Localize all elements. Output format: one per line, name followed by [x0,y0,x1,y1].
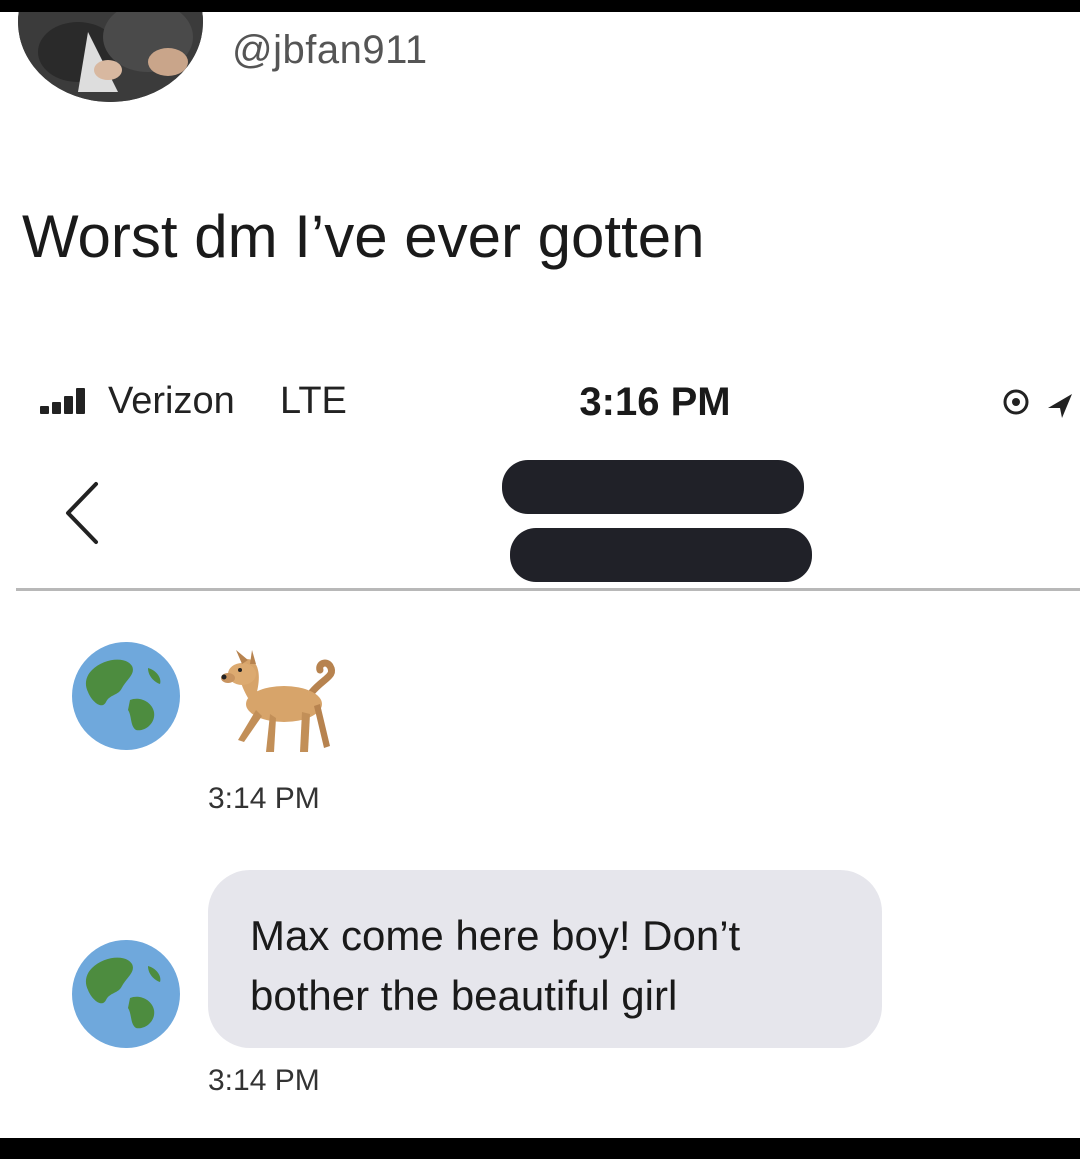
tweet-text: Worst dm I’ve ever gotten [22,203,705,270]
meme-page: @jbfan911 Worst dm I’ve ever gotten Veri… [0,12,1080,1138]
message-timestamp: 3:14 PM [208,1064,320,1097]
dog-emoji [212,648,342,766]
chevron-left-icon[interactable] [62,480,102,546]
redacted-contact-name [502,460,804,514]
redacted-contact-detail [510,528,812,582]
message-text: Max come here boy! Don’t bother the beau… [250,912,741,1019]
earth-globe-icon [70,938,182,1050]
earth-globe-icon [70,640,182,752]
location-icon [1000,382,1080,422]
status-bar: Verizon LTE 3:16 PM [0,372,1080,432]
header-divider [16,588,1080,591]
message-bubble[interactable]: Max come here boy! Don’t bother the beau… [208,870,882,1048]
profile-avatar[interactable] [18,12,203,102]
tweet-handle[interactable]: @jbfan911 [232,28,428,73]
message-timestamp: 3:14 PM [208,782,320,815]
status-time: 3:16 PM [579,380,731,424]
